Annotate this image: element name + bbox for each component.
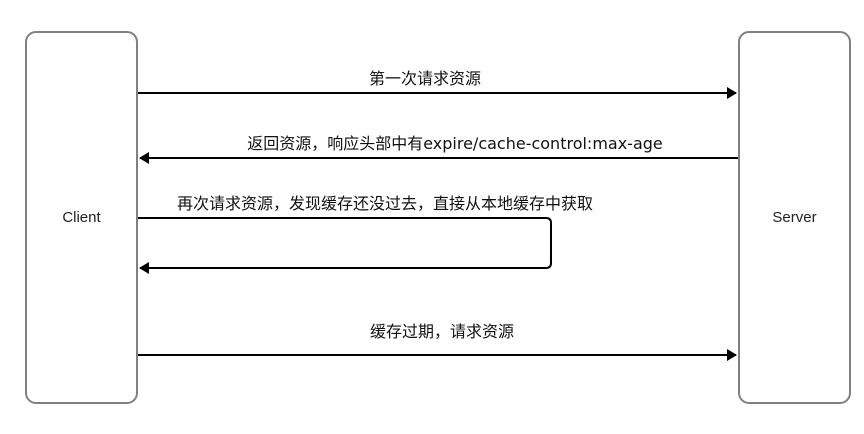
message-response: 返回资源，响应头部中有expire/cache-control:max-age (139, 134, 738, 164)
server-label: Server (772, 209, 816, 226)
message-expired-request: 缓存过期，请求资源 (138, 322, 737, 361)
sequence-diagram: Client Server 第一次请求资源 返回资源，响应头部中有expire/… (25, 31, 851, 404)
message-local-cache: 再次请求资源，发现缓存还没过去，直接从本地缓存中获取 (138, 194, 593, 274)
client-label: Client (62, 209, 101, 226)
self-loop-arrow (138, 217, 552, 274)
message-label: 缓存过期，请求资源 (370, 322, 514, 341)
server-box: Server (738, 31, 851, 404)
message-label: 再次请求资源，发现缓存还没过去，直接从本地缓存中获取 (177, 194, 593, 213)
message-label: 第一次请求资源 (369, 69, 481, 88)
message-first-request: 第一次请求资源 (138, 69, 737, 99)
client-box: Client (25, 31, 138, 404)
message-label: 返回资源，响应头部中有expire/cache-control:max-age (247, 134, 663, 153)
